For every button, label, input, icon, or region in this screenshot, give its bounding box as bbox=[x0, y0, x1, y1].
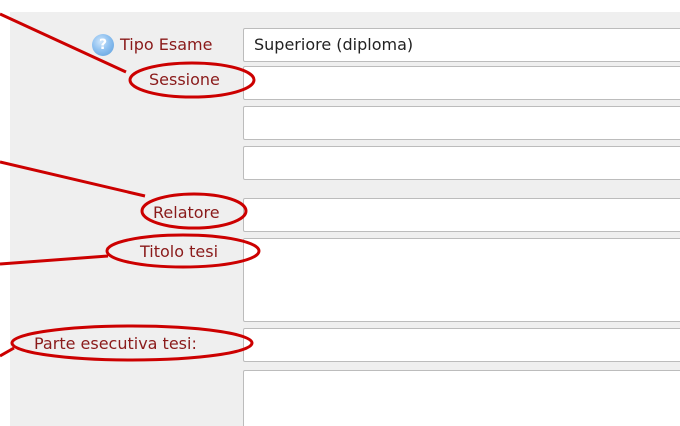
help-icon[interactable]: ? bbox=[92, 34, 114, 56]
titolo-tesi-textarea[interactable] bbox=[243, 238, 680, 322]
tipo-esame-select[interactable]: Superiore (diploma) bbox=[243, 28, 680, 62]
form-screenshot: ? Tipo Esame Superiore (diploma) Session… bbox=[0, 0, 680, 426]
tipo-esame-label: Tipo Esame bbox=[120, 35, 213, 54]
relatore-label: Relatore bbox=[153, 203, 220, 222]
parte-esecutiva-label: Parte esecutiva tesi: bbox=[34, 334, 197, 353]
tipo-esame-value: Superiore (diploma) bbox=[254, 35, 414, 54]
sessione-field[interactable] bbox=[243, 66, 680, 100]
sessione-extra-field-1[interactable] bbox=[243, 106, 680, 140]
parte-esecutiva-field[interactable] bbox=[243, 328, 680, 362]
relatore-field[interactable] bbox=[243, 198, 680, 232]
sessione-extra-field-2[interactable] bbox=[243, 146, 680, 180]
sessione-label: Sessione bbox=[149, 70, 220, 89]
titolo-tesi-label: Titolo tesi bbox=[140, 242, 219, 261]
parte-esecutiva-textarea[interactable] bbox=[243, 370, 680, 426]
